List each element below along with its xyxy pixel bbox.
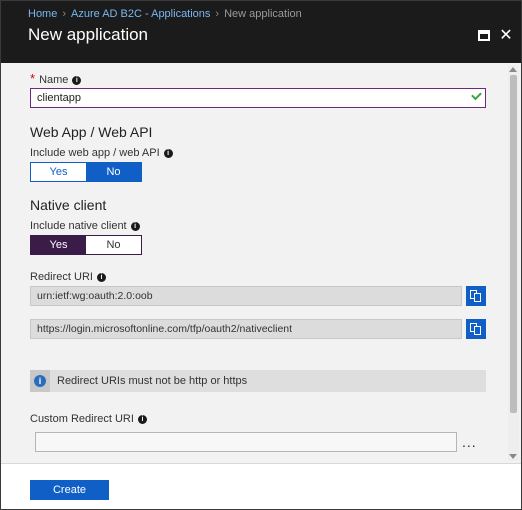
- breadcrumb-current: New application: [224, 8, 302, 20]
- scroll-down-icon[interactable]: [509, 454, 517, 459]
- info-icon[interactable]: i: [137, 415, 147, 424]
- copy-icon[interactable]: [466, 319, 486, 339]
- info-icon[interactable]: i: [96, 273, 106, 282]
- breadcrumb-applications[interactable]: Azure AD B2C - Applications: [71, 8, 210, 20]
- native-no-option[interactable]: No: [86, 236, 141, 254]
- breadcrumb-separator: ›: [62, 8, 67, 20]
- include-native-label: Include native client i: [30, 220, 140, 232]
- name-label: * Name i: [30, 71, 82, 86]
- vertical-scrollbar[interactable]: [508, 65, 519, 461]
- name-input[interactable]: [30, 88, 486, 108]
- redirect-uri-value: https://login.microsoftonline.com/tfp/oa…: [30, 319, 462, 339]
- scrollbar-thumb[interactable]: [510, 75, 517, 413]
- more-options-icon[interactable]: ...: [462, 434, 477, 450]
- native-yes-option[interactable]: Yes: [31, 236, 86, 254]
- scroll-up-icon[interactable]: [509, 67, 517, 72]
- blade-header: Home › Azure AD B2C - Applications › New app…: [1, 1, 521, 63]
- include-native-toggle: Yes No: [30, 235, 142, 255]
- info-icon[interactable]: i: [72, 76, 82, 85]
- close-icon[interactable]: ✕: [499, 28, 513, 44]
- include-web-label: Include web app / web API i: [30, 147, 173, 159]
- notice-text: Redirect URIs must not be http or https: [57, 375, 248, 387]
- include-web-toggle: Yes No: [30, 162, 142, 182]
- breadcrumb-separator: ›: [215, 8, 220, 20]
- web-no-option[interactable]: No: [86, 163, 141, 181]
- maximize-icon[interactable]: [477, 29, 491, 43]
- redirect-uri-value: urn:ietf:wg:oauth:2.0:oob: [30, 286, 462, 306]
- custom-redirect-label: Custom Redirect URI i: [30, 413, 147, 425]
- redirect-notice: i Redirect URIs must not be http or http…: [30, 370, 486, 392]
- custom-redirect-input[interactable]: [35, 432, 457, 452]
- web-section-title: Web App / Web API: [30, 124, 153, 140]
- info-icon[interactable]: i: [130, 222, 140, 231]
- info-circle-icon: i: [34, 375, 46, 387]
- page-title: New application: [28, 25, 149, 44]
- app-window: Home › Azure AD B2C - Applications › New app…: [0, 0, 522, 510]
- breadcrumb: Home › Azure AD B2C - Applications › New app…: [28, 8, 302, 20]
- create-button[interactable]: Create: [30, 480, 109, 500]
- redirect-uri-label: Redirect URI i: [30, 271, 106, 283]
- breadcrumb-home[interactable]: Home: [28, 8, 57, 20]
- info-icon[interactable]: i: [163, 149, 173, 158]
- native-section-title: Native client: [30, 197, 107, 213]
- copy-icon[interactable]: [466, 286, 486, 306]
- form-panel: [1, 63, 521, 463]
- blade-footer: Create: [1, 463, 521, 509]
- web-yes-option[interactable]: Yes: [31, 163, 86, 181]
- required-marker: *: [30, 71, 36, 86]
